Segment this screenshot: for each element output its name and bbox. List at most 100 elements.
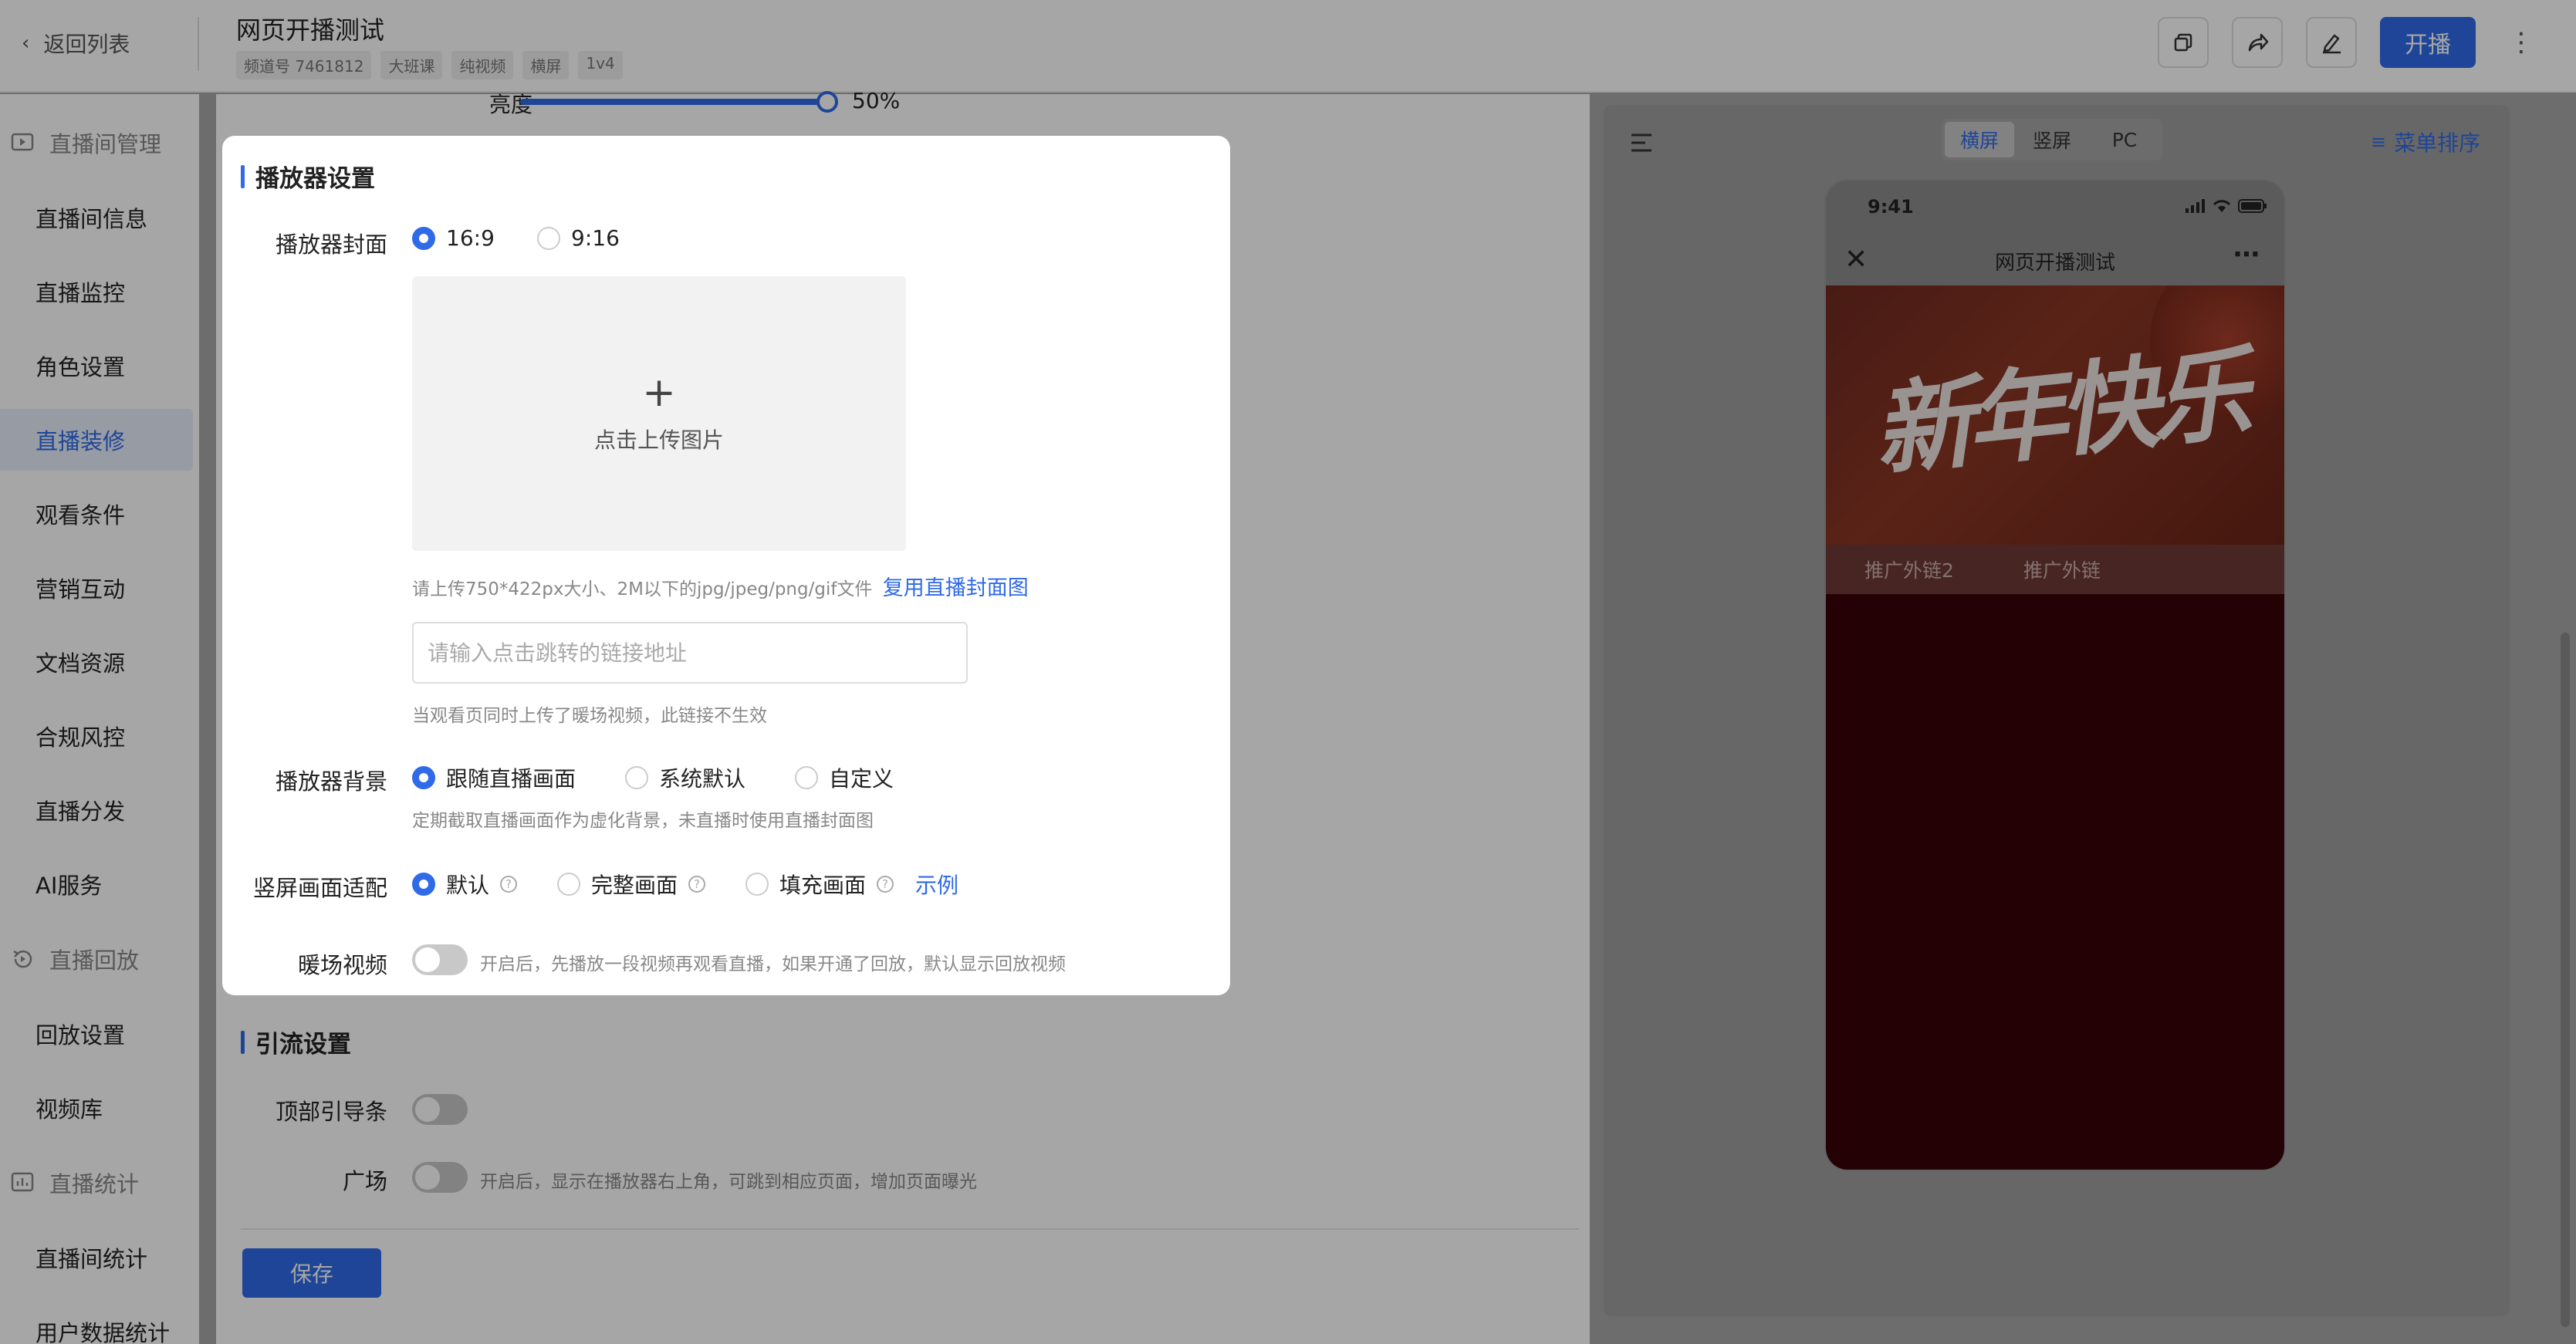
sidebar-item-marketing[interactable]: 营销互动 (0, 557, 193, 619)
cover-upload-box[interactable]: + 点击上传图片 (412, 276, 906, 551)
radio-unchecked (625, 766, 648, 789)
traffic-settings-title: 引流设置 (241, 1025, 351, 1059)
bg-radio-custom[interactable]: 自定义 (795, 762, 894, 793)
cover-radio-16-9[interactable]: 16:9 (412, 225, 495, 251)
fit-example-link[interactable]: 示例 (915, 869, 958, 900)
radio-checked (412, 873, 435, 896)
sidebar-item-replay-settings[interactable]: 回放设置 (0, 1003, 193, 1065)
fit-radio-default[interactable]: 默认? (412, 869, 518, 900)
sort-icon: ≡ (2371, 131, 2387, 153)
video-greeting: 新年快乐 (1868, 334, 2249, 491)
video-tab-promo-2[interactable]: 推广外链2 (1864, 555, 1954, 583)
portrait-fit-label: 竖屏画面适配 (252, 875, 387, 901)
upload-hint: 请上传750*422px大小、2M以下的jpg/jpeg/png/gif文件 复… (412, 571, 1029, 601)
video-tab-promo[interactable]: 推广外链 (2023, 555, 2101, 583)
radio-unchecked (745, 873, 769, 896)
sidebar-item-user-stats[interactable]: 用户数据统计 (0, 1301, 193, 1344)
brightness-value: 50% (852, 88, 901, 113)
radio-checked (412, 766, 435, 789)
page-title: 网页开播测试 (236, 15, 385, 45)
help-icon[interactable]: ? (877, 876, 894, 893)
section-title-text: 引流设置 (255, 1031, 351, 1059)
header-divider (198, 17, 199, 71)
upload-text: 点击上传图片 (593, 427, 724, 453)
plaza-label: 广场 (342, 1168, 387, 1194)
plaza-hint: 开启后，显示在播放器右上角，可跳到相应页面，增加页面曝光 (480, 1172, 977, 1192)
background-label: 播放器背景 (275, 768, 387, 795)
sidebar-item-documents[interactable]: 文档资源 (0, 631, 193, 693)
sidebar: 直播间管理 直播间信息 直播监控 角色设置 直播装修 观看条件 营销互动 文档资… (0, 94, 199, 1344)
sidebar-item-watch-conditions[interactable]: 观看条件 (0, 483, 193, 545)
bg-radio-follow-live[interactable]: 跟随直播画面 (412, 762, 576, 793)
copy-icon (2174, 33, 2192, 52)
plaza-toggle[interactable] (412, 1162, 468, 1193)
menu-sort-label: 菜单排序 (2394, 130, 2481, 156)
radio-checked (412, 226, 435, 250)
warmup-label: 暖场视频 (297, 952, 387, 978)
share-icon (2248, 33, 2269, 52)
save-button[interactable]: 保存 (242, 1248, 381, 1298)
sidebar-group-live-room[interactable]: 直播间管理 (11, 127, 161, 159)
brightness-slider-handle[interactable] (816, 91, 838, 113)
background-hint: 定期截取直播画面作为虚化背景，未直播时使用直播封面图 (412, 811, 874, 831)
help-icon[interactable]: ? (688, 876, 706, 893)
sidebar-item-roles[interactable]: 角色设置 (0, 335, 193, 397)
edit-button[interactable] (2306, 17, 2357, 68)
fit-radio-full[interactable]: 完整画面? (557, 869, 706, 900)
sidebar-item-distribution[interactable]: 直播分发 (0, 779, 193, 841)
fit-radio-fill[interactable]: 填充画面? (745, 869, 894, 900)
sidebar-item-ai[interactable]: AI服务 (0, 853, 193, 915)
sidebar-group-label: 直播间管理 (49, 131, 162, 157)
start-live-button[interactable]: 开播 (2380, 17, 2476, 68)
top-bar-toggle[interactable] (412, 1094, 468, 1125)
top-bar-label: 顶部引导条 (275, 1099, 387, 1125)
sidebar-item-decoration[interactable]: 直播装修 (0, 409, 193, 471)
wifi-icon (2213, 200, 2231, 212)
tab-portrait[interactable]: 竖屏 (2017, 122, 2087, 157)
brightness-slider[interactable] (520, 99, 829, 105)
menu-sort-button[interactable]: ≡ 菜单排序 (2371, 127, 2480, 157)
tag-seats: 1v4 (578, 51, 623, 79)
sidebar-item-monitor[interactable]: 直播监控 (0, 261, 193, 322)
section-marker (241, 164, 245, 188)
cover-label: 播放器封面 (275, 231, 387, 258)
tag-media-type: 纯视频 (451, 51, 514, 79)
play-icon (11, 133, 34, 151)
video-player: 新年快乐 (1826, 285, 2284, 545)
tab-pc[interactable]: PC (2090, 122, 2159, 157)
section-title-text: 播放器设置 (255, 165, 375, 193)
sidebar-item-video-library[interactable]: 视频库 (0, 1077, 193, 1139)
sidebar-item-room-stats[interactable]: 直播间统计 (0, 1227, 193, 1288)
phone-title: 网页开播测试 (1994, 252, 2115, 275)
replay-icon (13, 950, 32, 968)
phone-time: 9:41 (1868, 196, 1914, 218)
sidebar-item-compliance[interactable]: 合规风控 (0, 705, 193, 767)
help-icon[interactable]: ? (500, 876, 518, 893)
bg-radio-system-default[interactable]: 系统默认 (625, 762, 745, 793)
form-divider (241, 1228, 1579, 1230)
tab-landscape[interactable]: 横屏 (1945, 122, 2014, 157)
radio-unchecked (795, 766, 818, 789)
upload-hint-text: 请上传750*422px大小、2M以下的jpg/jpeg/png/gif文件 (412, 579, 873, 599)
jump-link-input[interactable] (412, 622, 968, 684)
reuse-cover-link[interactable]: 复用直播封面图 (883, 576, 1029, 600)
page-scrollbar[interactable] (2561, 633, 2570, 1327)
cover-radio-9-16[interactable]: 9:16 (537, 225, 620, 251)
tag-orientation: 横屏 (522, 51, 570, 79)
sidebar-group-label: 直播统计 (49, 1171, 140, 1197)
player-settings-title: 播放器设置 (241, 159, 375, 194)
back-to-list-link[interactable]: ‹ 返回列表 (22, 25, 130, 62)
phone-more-icon[interactable]: ⋯ (2233, 239, 2260, 270)
warmup-toggle[interactable] (412, 944, 468, 975)
menu-icon[interactable] (1630, 133, 1653, 153)
battery-icon (2238, 199, 2267, 213)
more-icon[interactable]: ⋮ (2508, 23, 2534, 62)
sidebar-group-replay[interactable]: 直播回放 (11, 943, 139, 975)
stats-icon (11, 1172, 34, 1192)
share-button[interactable] (2232, 17, 2283, 68)
sidebar-item-room-info[interactable]: 直播间信息 (0, 187, 193, 248)
back-label: 返回列表 (43, 32, 130, 57)
copy-button[interactable] (2158, 17, 2209, 68)
radio-unchecked (537, 226, 560, 250)
sidebar-group-stats[interactable]: 直播统计 (11, 1167, 139, 1199)
